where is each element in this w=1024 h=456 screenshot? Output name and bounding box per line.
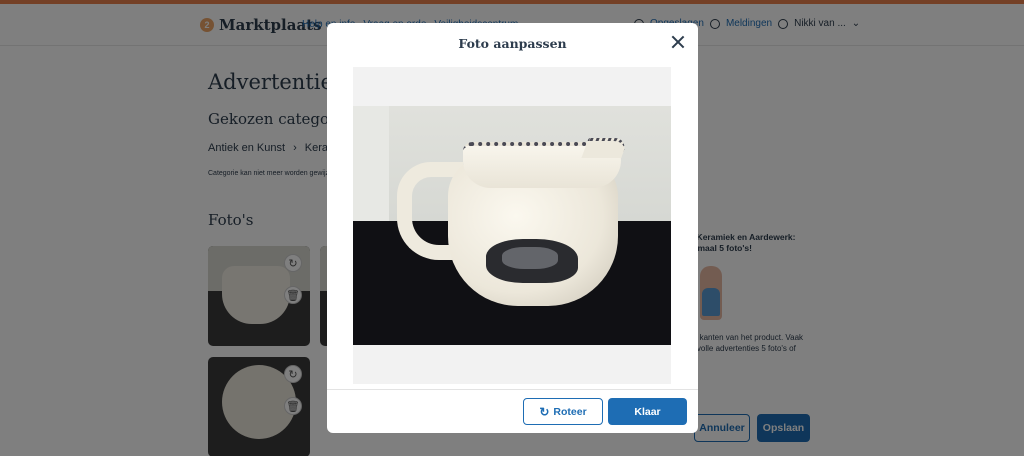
done-button[interactable]: Klaar <box>608 398 687 425</box>
rotate-icon: ↻ <box>539 404 550 419</box>
photo-canvas <box>353 67 671 384</box>
photo-preview <box>353 106 671 345</box>
edit-photo-dialog: Foto aanpassen ↻ Roteer Klaar <box>327 23 698 433</box>
close-icon[interactable] <box>670 34 686 50</box>
rotate-button[interactable]: ↻ Roteer <box>523 398 603 425</box>
dialog-title: Foto aanpassen <box>458 36 567 51</box>
rotate-label: Roteer <box>553 405 587 418</box>
jug-decal <box>486 239 578 283</box>
photo-wall-side <box>353 106 389 221</box>
jug-spout <box>581 138 629 158</box>
